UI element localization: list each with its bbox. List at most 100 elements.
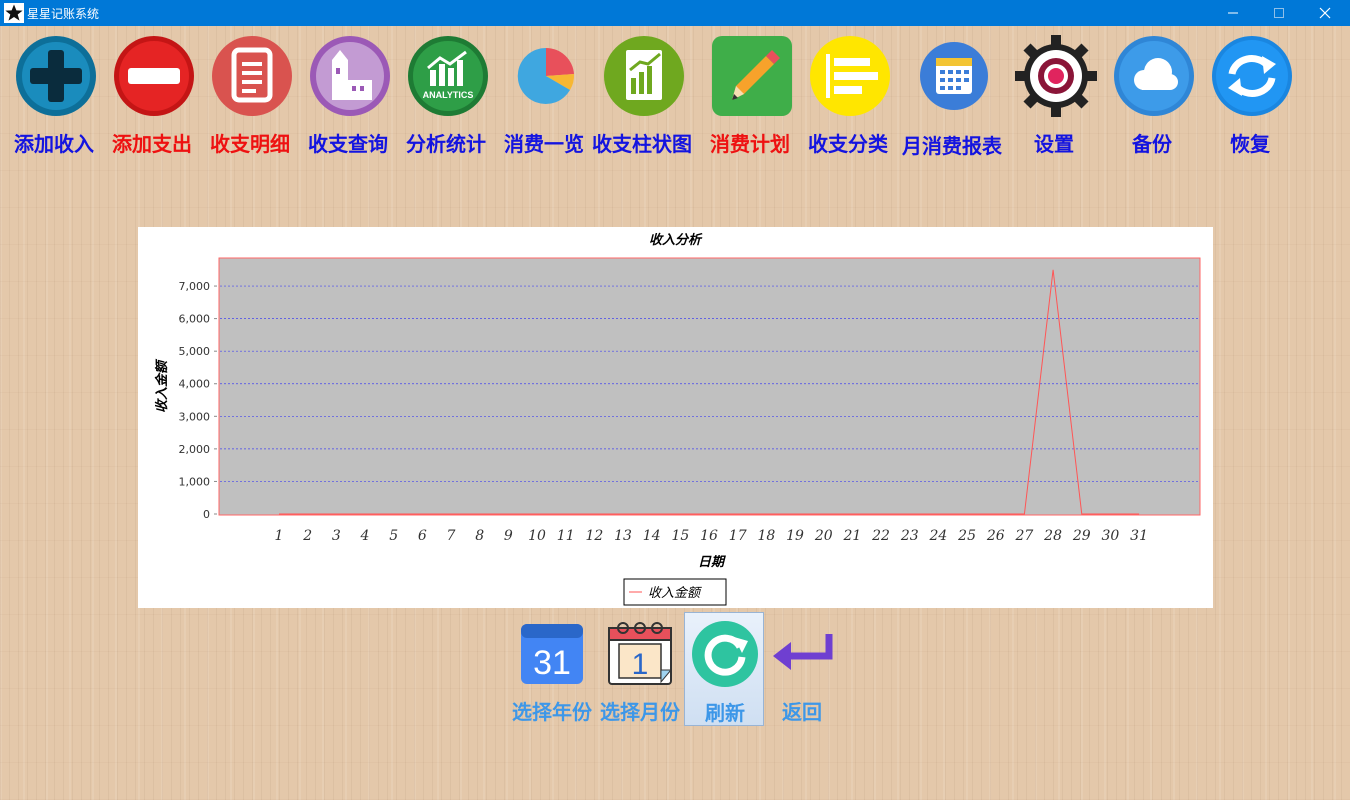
chart-title: 收入分析 xyxy=(649,232,703,248)
maximize-button[interactable] xyxy=(1256,0,1302,26)
details-button[interactable]: 收支明细 xyxy=(202,30,298,158)
x-tick-label: 25 xyxy=(957,528,976,544)
query-label: 收支查询 xyxy=(308,132,388,156)
restore-label: 恢复 xyxy=(1230,132,1270,156)
close-button[interactable] xyxy=(1302,0,1348,26)
x-tick-label: 13 xyxy=(614,528,632,544)
document-icon xyxy=(212,36,292,116)
bar-chart-label: 收支柱状图 xyxy=(592,132,692,156)
x-tick-label: 29 xyxy=(1072,528,1091,544)
sync-icon xyxy=(1212,36,1292,116)
x-tick-label: 31 xyxy=(1130,528,1148,544)
x-tick-label: 24 xyxy=(928,528,947,544)
x-tick-label: 16 xyxy=(700,528,718,544)
close-icon xyxy=(1319,7,1331,19)
x-tick-label: 23 xyxy=(900,528,919,544)
analytics-label: 分析统计 xyxy=(406,132,486,156)
overview-label: 消费一览 xyxy=(504,132,584,156)
select-year-label: 选择年份 xyxy=(512,700,592,724)
y-tick-label: 0 xyxy=(203,508,210,521)
return-button[interactable]: 返回 xyxy=(762,612,842,726)
x-tick-label: 14 xyxy=(643,528,661,544)
list-icon xyxy=(810,36,890,116)
y-tick-label: 7,000 xyxy=(179,280,211,293)
x-tick-label: 7 xyxy=(447,528,456,544)
x-tick-label: 18 xyxy=(757,528,775,544)
add-icon xyxy=(16,36,96,116)
x-tick-label: 11 xyxy=(557,528,575,544)
details-label: 收支明细 xyxy=(210,132,290,156)
chart-action-bar: 31 选择年份 1 选择月份 刷新 返回 xyxy=(500,612,860,728)
bar-chart-icon xyxy=(604,36,684,116)
overview-button[interactable]: 消费一览 xyxy=(496,30,592,158)
calendar-icon xyxy=(920,42,988,110)
add-income-label: 添加收入 xyxy=(14,132,94,156)
calendar-31-text: 31 xyxy=(533,644,571,682)
settings-button[interactable]: 设置 xyxy=(1006,30,1102,158)
select-month-label: 选择月份 xyxy=(600,700,680,724)
return-label: 返回 xyxy=(782,700,822,724)
x-tick-label: 10 xyxy=(528,528,546,544)
plan-label: 消费计划 xyxy=(710,132,790,156)
x-tick-label: 6 xyxy=(418,528,427,544)
calendar-1-icon: 1 xyxy=(608,622,673,685)
refresh-button[interactable]: 刷新 xyxy=(684,612,764,726)
window-title: 星星记账系统 xyxy=(27,7,100,21)
x-tick-label: 28 xyxy=(1043,528,1062,544)
x-tick-label: 5 xyxy=(389,528,398,544)
add-income-button[interactable]: 添加收入 xyxy=(6,30,102,158)
calendar-1-text: 1 xyxy=(632,648,649,681)
analytics-button[interactable]: ANALYTICS 分析统计 xyxy=(398,30,494,158)
legend-label: 收入金额 xyxy=(648,585,702,601)
settings-label: 设置 xyxy=(1034,132,1074,156)
x-axis-label: 日期 xyxy=(698,554,726,570)
analytics-icon-text: ANALYTICS xyxy=(423,90,474,100)
y-tick-label: 4,000 xyxy=(179,378,211,391)
category-button[interactable]: 收支分类 xyxy=(800,30,896,158)
select-year-button[interactable]: 31 选择年份 xyxy=(512,612,592,726)
maximize-icon xyxy=(1274,8,1284,18)
x-axis-ticks: 1 2 3 4 5 6 7 8 9 10 11 12 13 14 15 16 17 18 19 20 21 22 23 24 2… xyxy=(275,528,1148,544)
x-tick-label: 17 xyxy=(729,528,747,544)
restore-button[interactable]: 恢复 xyxy=(1202,30,1298,158)
calendar-31-icon: 31 xyxy=(521,624,583,684)
y-tick-label: 2,000 xyxy=(179,443,211,456)
remove-icon xyxy=(114,36,194,116)
x-tick-label: 26 xyxy=(986,528,1005,544)
backup-button[interactable]: 备份 xyxy=(1104,30,1200,158)
x-tick-label: 3 xyxy=(332,528,341,544)
x-tick-label: 1 xyxy=(275,528,284,544)
plan-button[interactable]: 消费计划 xyxy=(702,30,798,158)
return-arrow-icon xyxy=(773,634,833,670)
x-tick-label: 2 xyxy=(302,528,312,544)
pencil-icon xyxy=(712,36,792,116)
select-month-button[interactable]: 1 选择月份 xyxy=(600,612,680,726)
minimize-button[interactable] xyxy=(1210,0,1256,26)
x-tick-label: 27 xyxy=(1015,528,1034,544)
chart-legend: 收入金额 xyxy=(623,578,727,606)
minimize-icon xyxy=(1228,12,1238,14)
y-tick-label: 6,000 xyxy=(179,313,211,326)
title-bar: 星星记账系统 xyxy=(0,0,1350,26)
category-label: 收支分类 xyxy=(808,132,888,156)
y-axis-label: 收入金额 xyxy=(154,358,170,413)
y-tick-label: 1,000 xyxy=(179,475,211,488)
star-app-icon xyxy=(4,3,24,23)
x-tick-label: 22 xyxy=(871,528,890,544)
refresh-icon xyxy=(692,621,758,687)
x-tick-label: 19 xyxy=(786,528,804,544)
add-expense-button[interactable]: 添加支出 xyxy=(104,30,200,158)
x-tick-label: 9 xyxy=(504,528,513,544)
y-tick-label: 3,000 xyxy=(179,410,211,423)
x-tick-label: 21 xyxy=(842,528,861,544)
monthly-report-label: 月消费报表 xyxy=(902,134,1002,158)
building-icon xyxy=(310,36,390,116)
pie-chart-icon xyxy=(517,47,575,104)
main-toolbar: 添加收入 添加支出 收支明细 收支查询 ANALYTICS 分析统计 消费一览 … xyxy=(0,30,1350,160)
x-tick-label: 15 xyxy=(671,528,689,544)
x-tick-label: 30 xyxy=(1102,528,1120,544)
bar-chart-button[interactable]: 收支柱状图 xyxy=(592,30,692,158)
query-button[interactable]: 收支查询 xyxy=(300,30,396,158)
x-tick-label: 20 xyxy=(814,528,833,544)
monthly-report-button[interactable]: 月消费报表 xyxy=(902,30,1002,158)
